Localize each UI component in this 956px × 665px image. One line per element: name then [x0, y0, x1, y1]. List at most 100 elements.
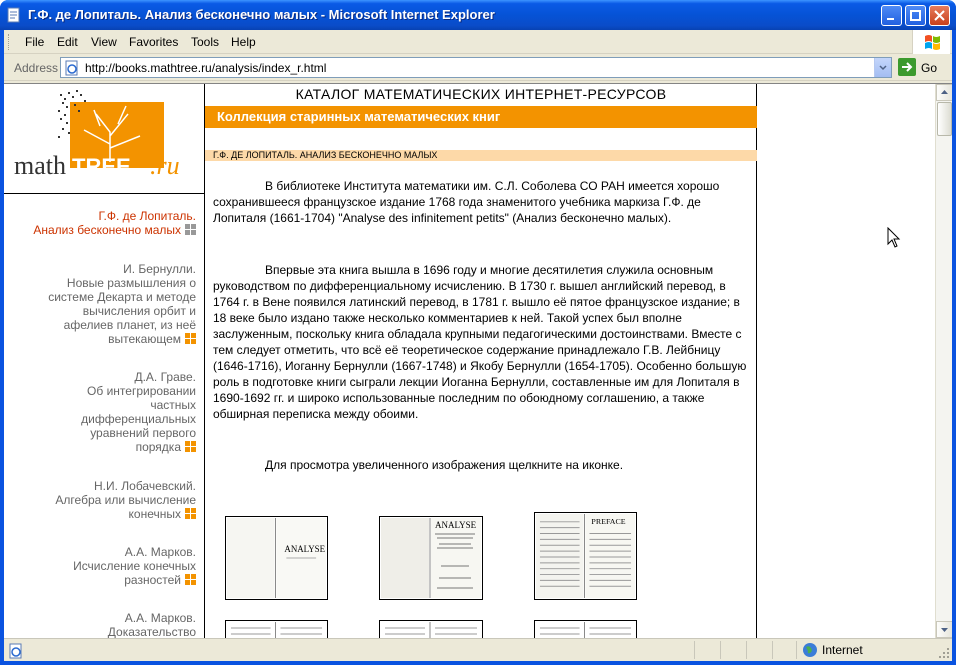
maximize-icon [910, 10, 921, 21]
status-separator [694, 641, 695, 659]
internet-globe-icon [803, 643, 817, 657]
scroll-down-button[interactable] [936, 621, 952, 638]
status-separator [746, 641, 747, 659]
book-thumbnail-6[interactable] [534, 620, 637, 638]
book-page-image: ANALYSE [381, 518, 481, 598]
mouse-cursor-icon [887, 227, 901, 248]
book-thumbnail-2[interactable]: ANALYSE [379, 516, 483, 600]
menu-edit[interactable]: Edit [57, 35, 78, 49]
catalog-title: КАТАЛОГ МАТЕМАТИЧЕСКИХ ИНТЕРНЕТ-РЕСУРСОВ [295, 86, 667, 102]
browser-viewport: math TREE .ru Г.Ф. де Лопиталь. Анализ б… [4, 83, 952, 638]
close-button[interactable] [929, 5, 950, 26]
sidebar-item-markov-2[interactable]: А.А. Марков. Доказательство [11, 611, 196, 638]
mathtree-logo[interactable]: math TREE .ru [14, 88, 194, 178]
maximize-button[interactable] [905, 5, 926, 26]
orange-grid-icon [185, 333, 196, 345]
address-bar: Address http://books.mathtree.ru/analysi… [4, 55, 952, 81]
scroll-thumb[interactable] [937, 102, 952, 136]
window-title: Г.Ф. де Лопиталь. Анализ бесконечно малы… [28, 7, 495, 22]
toolbar-grip[interactable] [8, 34, 11, 50]
address-url: http://books.mathtree.ru/analysis/index_… [85, 61, 327, 75]
nav-line: Анализ бесконечно малых [33, 223, 181, 237]
nav-line: вычисления орбит и [82, 304, 196, 318]
orange-grid-icon [185, 441, 196, 453]
book-thumbnail-4[interactable] [225, 620, 328, 638]
go-arrow-icon [898, 58, 916, 76]
intro-paragraph: В библиотеке Института математики им. С.… [213, 178, 749, 226]
status-bar: Internet [4, 638, 952, 661]
vertical-scrollbar[interactable] [935, 84, 952, 638]
nav-line: конечных [128, 507, 181, 521]
sidebar-item-bernoulli[interactable]: И. Бернулли. Новые размышления о системе… [11, 262, 196, 346]
go-button[interactable]: Go [898, 58, 948, 78]
minimize-button[interactable] [881, 5, 902, 26]
book-thumbnail-3[interactable]: PREFACE [534, 512, 637, 600]
nav-line: разностей [124, 573, 181, 587]
nav-line: Об интегрировании [87, 384, 196, 398]
book-thumbnail-5[interactable] [379, 620, 483, 638]
book-page-image [385, 622, 477, 638]
book-page-image: PREFACE [536, 514, 635, 598]
thumb-word: ANALYSE [284, 544, 325, 554]
nav-line: Алгебра или вычисление [55, 493, 196, 507]
address-dropdown-button[interactable] [874, 58, 891, 77]
nav-line: уравнений первого [90, 426, 196, 440]
logo-ru-text: .ru [150, 151, 180, 178]
nav-line: Д.А. Граве. [134, 370, 196, 384]
nav-line: Доказательство [107, 625, 196, 638]
menu-bar: File Edit View Favorites Tools Help [4, 30, 952, 54]
status-separator [720, 641, 721, 659]
nav-line: вытекающем [108, 332, 181, 346]
logo-math-text: math [14, 151, 66, 178]
intro-text: В библиотеке Института математики им. С.… [213, 179, 720, 225]
book-title: Г.Ф. ДЕ ЛОПИТАЛЬ. АНАЛИЗ БЕСКОНЕЧНО МАЛЫ… [205, 150, 757, 161]
nav-line: дифференциальных [81, 412, 196, 426]
nav-line: Новые размышления о [66, 276, 196, 290]
address-input[interactable]: http://books.mathtree.ru/analysis/index_… [60, 57, 892, 78]
menu-favorites[interactable]: Favorites [129, 35, 178, 49]
history-paragraph: Впервые эта книга вышла в 1696 году и мн… [213, 262, 749, 422]
nav-line: Г.Ф. де Лопиталь. [98, 209, 196, 223]
status-separator [772, 641, 773, 659]
book-thumbnail-1[interactable]: ANALYSE [225, 516, 328, 600]
nav-line: афелиев планет, из неё [63, 318, 196, 332]
nav-line: А.А. Марков. [124, 545, 196, 559]
hint-paragraph: Для просмотра увеличенного изображения щ… [213, 457, 749, 473]
menu-view[interactable]: View [91, 35, 117, 49]
logo-tree-text: TREE [72, 154, 131, 178]
sidebar-item-lobachevsky[interactable]: Н.И. Лобачевский. Алгебра или вычисление… [11, 479, 196, 521]
arrow-down-icon [941, 628, 948, 632]
nav-line: А.А. Марков. [124, 611, 196, 625]
minimize-icon [887, 18, 894, 20]
close-icon [934, 10, 945, 21]
status-separator [796, 641, 797, 659]
book-page-image: ANALYSE [227, 518, 326, 598]
nav-line: Исчисление конечных [73, 559, 196, 573]
windows-flag-icon [925, 35, 940, 50]
gray-grid-icon [185, 224, 196, 236]
ie-window: Г.Ф. де Лопиталь. Анализ бесконечно малы… [0, 0, 956, 665]
client-area: File Edit View Favorites Tools Help Addr… [4, 30, 952, 661]
resize-grip-icon[interactable] [938, 647, 950, 659]
menu-help[interactable]: Help [231, 35, 256, 49]
nav-line: частных [150, 398, 196, 412]
orange-grid-icon [185, 574, 196, 586]
thumb-word: ANALYSE [435, 520, 477, 530]
scroll-up-button[interactable] [936, 84, 952, 101]
page-done-icon [9, 643, 22, 659]
arrow-up-icon [941, 90, 948, 94]
title-bar[interactable]: Г.Ф. де Лопиталь. Анализ бесконечно малы… [0, 0, 956, 30]
menu-file[interactable]: File [25, 35, 44, 49]
sidebar-item-lopital[interactable]: Г.Ф. де Лопиталь. Анализ бесконечно малы… [11, 209, 196, 237]
sidebar-item-markov-1[interactable]: А.А. Марков. Исчисление конечных разност… [11, 545, 196, 587]
sidebar-item-grave[interactable]: Д.А. Граве. Об интегрировании частных ди… [11, 370, 196, 454]
nav-line: И. Бернулли. [123, 262, 196, 276]
chevron-down-icon [879, 65, 887, 71]
menu-tools[interactable]: Tools [191, 35, 219, 49]
sidebar: math TREE .ru Г.Ф. де Лопиталь. Анализ б… [4, 84, 205, 638]
main-content: КАТАЛОГ МАТЕМАТИЧЕСКИХ ИНТЕРНЕТ-РЕСУРСОВ… [205, 84, 757, 638]
history-text: Впервые эта книга вышла в 1696 году и мн… [213, 263, 747, 421]
ie-page-icon [65, 60, 78, 76]
orange-grid-icon [185, 508, 196, 520]
thumb-word: PREFACE [591, 517, 625, 526]
